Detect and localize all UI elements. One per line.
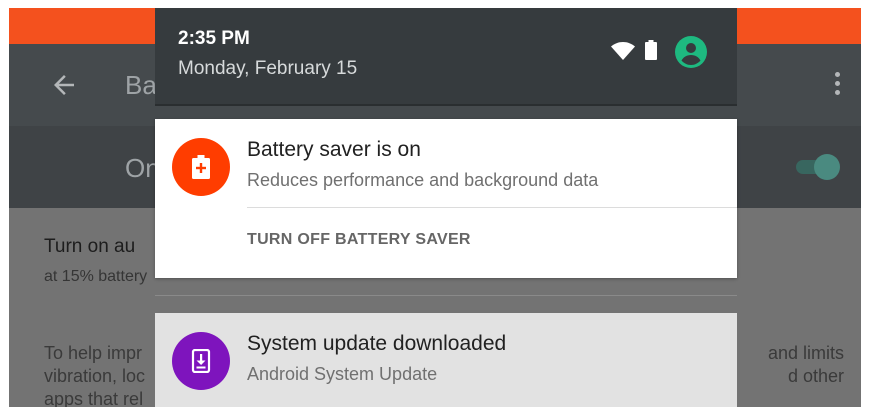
notification-battery-saver[interactable]: Battery saver is on Reduces performance … [155,119,737,278]
auto-turn-on-subtitle: at 15% battery [44,268,148,285]
notification-action-divider [247,207,737,208]
notification-system-update[interactable]: System update downloaded Android System … [155,313,737,407]
wifi-icon [611,42,635,60]
clock-date: Monday, February 15 [178,58,358,79]
notification-subtitle: Reduces performance and background data [247,170,599,190]
battery-saver-icon [172,138,230,196]
battery-icon [645,40,657,60]
notification-title: Battery saver is on [247,138,421,161]
desc-line-2-right: d other [787,366,844,386]
system-update-icon [172,332,230,390]
back-arrow-icon[interactable] [49,70,79,100]
desc-line-3-left: apps that rel [44,389,144,407]
auto-turn-on-title[interactable]: Turn on au [44,236,135,258]
notification-separator [155,295,737,296]
notification-shade-header: 2:35 PM Monday, February 15 [155,8,737,104]
battery-saver-toggle[interactable] [792,154,842,180]
app-bar-title: Ba [125,70,157,100]
notification-subtitle: Android System Update [247,364,438,384]
toggle-thumb [814,154,840,180]
overflow-menu-icon[interactable] [832,72,842,100]
clock-time: 2:35 PM [178,28,250,49]
notification-title: System update downloaded [247,332,507,355]
desc-line-1-left: To help impr [44,343,143,363]
desc-line-1-right: and limits [767,343,844,363]
screen: Ba On Turn on au at 15% battery To help … [9,8,861,407]
desc-line-2-left: vibration, loc [44,366,146,386]
turn-off-battery-saver-button[interactable]: TURN OFF BATTERY SAVER [247,231,471,249]
shade-divider [155,104,737,106]
account-icon[interactable] [675,36,707,68]
